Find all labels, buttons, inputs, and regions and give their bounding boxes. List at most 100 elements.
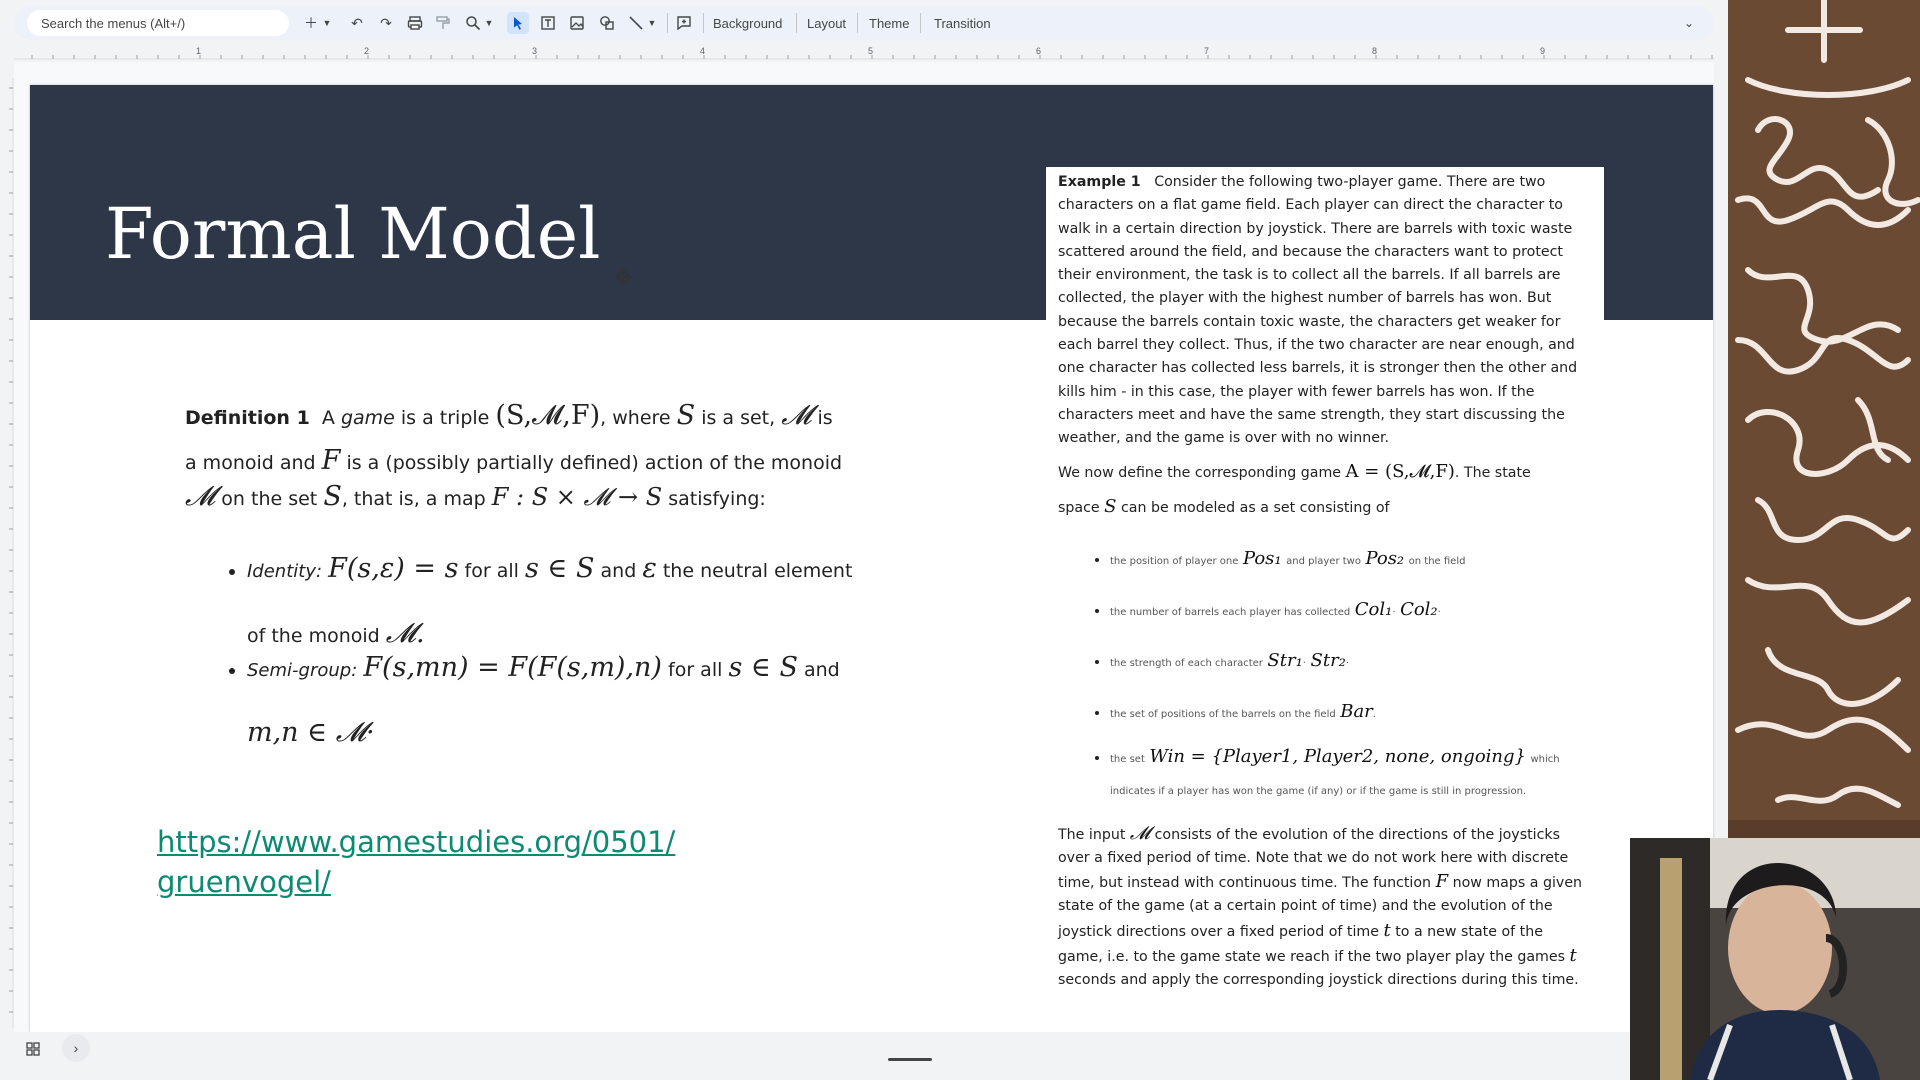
slide[interactable]: Formal Model ✥ Definition 1 A game is a …	[30, 85, 1713, 1032]
semigroup-label: Semi-group:	[247, 660, 358, 681]
line-icon[interactable]	[625, 12, 647, 34]
shape-icon[interactable]	[596, 12, 618, 34]
link-line-2[interactable]: gruenvogel/	[157, 865, 331, 899]
text: , where	[600, 407, 671, 429]
text: and	[804, 659, 840, 681]
background-menu[interactable]: Background	[713, 16, 782, 31]
layout-menu[interactable]: Layout	[807, 16, 846, 31]
math-M: 𝓜	[185, 481, 216, 512]
grid-view-icon[interactable]	[22, 1038, 44, 1060]
text: space	[1058, 499, 1100, 516]
state-item: the set of positions of the barrels on t…	[1110, 688, 1592, 739]
add-icon[interactable]: ＋	[300, 12, 322, 34]
example-head: Example 1	[1058, 174, 1141, 190]
ruler-number: 2	[364, 46, 370, 56]
text: We now define the corresponding game	[1058, 464, 1342, 481]
math-s-in-S: s ∈ S	[728, 652, 798, 683]
zoom-icon[interactable]	[462, 12, 484, 34]
speaker-notes-drag-handle[interactable]	[888, 1058, 932, 1061]
text: for all	[668, 659, 723, 681]
identity-label: Identity:	[247, 561, 323, 582]
math-A: A = (S,𝓜,F)	[1345, 460, 1455, 482]
definition-bullets: Identity: F(s,ε) = s for all s ∈ S and ε…	[185, 538, 915, 766]
toolbar-divider	[703, 13, 704, 33]
text: A	[321, 407, 335, 429]
redo-icon[interactable]: ↷	[375, 12, 397, 34]
text: is a (possibly partially defined) action…	[346, 452, 843, 474]
math-mn: m,n ∈ 𝓜·	[247, 717, 375, 748]
gamestudies-link[interactable]: https://www.gamestudies.org/0501/ gruenv…	[157, 822, 675, 902]
text: a monoid and	[185, 452, 316, 474]
example-paragraph-3: The input 𝓜 consists of the evolution of…	[1058, 822, 1583, 989]
definition-line-1: Definition 1 A game is a triple (S,𝓜,F),…	[185, 390, 915, 444]
toolbar: ＋ ▼ ↶ ↷ ▼ ▼ Background Layout Theme Tran…	[0, 0, 1728, 46]
zoom-chevron-down-icon[interactable]: ▼	[482, 12, 496, 34]
toolbar-divider	[796, 13, 797, 33]
text-box-icon[interactable]	[537, 12, 559, 34]
math-S: S	[676, 400, 696, 431]
state-item: the set Win = {Player1, Player2, none, o…	[1110, 745, 1592, 812]
background-photo	[1728, 0, 1920, 840]
slide-title[interactable]: Formal Model	[105, 193, 601, 275]
vertical-ruler-ticks	[9, 78, 14, 1028]
chevron-down-icon[interactable]: ▼	[320, 12, 334, 34]
definition-line-2: a monoid and F is a (possibly partially …	[185, 444, 915, 516]
definition-block[interactable]: Definition 1 A game is a triple (S,𝓜,F),…	[185, 390, 915, 766]
webcam-person-graphic	[1630, 838, 1920, 1080]
theme-menu[interactable]: Theme	[869, 16, 909, 31]
text: satisfying:	[668, 488, 766, 510]
text: , that is, a map	[341, 488, 486, 510]
math-s-in-S: s ∈ S	[524, 553, 595, 584]
text: is	[817, 407, 833, 429]
paint-format-icon[interactable]	[432, 12, 454, 34]
math-map: F : S × 𝓜 → S	[491, 483, 663, 511]
state-item: the strength of each character Str₁· Str…	[1110, 637, 1592, 688]
ruler-number: 8	[1372, 46, 1378, 56]
definition-head: Definition 1	[185, 407, 310, 429]
state-item: the number of barrels each player has co…	[1110, 586, 1592, 637]
select-icon[interactable]	[507, 12, 529, 34]
horizontal-ruler: 1 2 3 4 5 6 7 8 9	[14, 46, 1714, 60]
ruler-number: 3	[532, 46, 538, 56]
vertical-ruler	[0, 78, 14, 1028]
webcam-overlay	[1630, 838, 1920, 1080]
search-menus-input[interactable]	[27, 10, 289, 36]
math-epsilon: ε	[642, 553, 657, 584]
math-triple: (S,𝓜,F)	[495, 400, 601, 431]
pattern-graphic	[1728, 0, 1920, 840]
math-F: F	[321, 445, 341, 476]
text: for all	[464, 560, 519, 582]
ruler-number: 7	[1204, 46, 1210, 56]
toolbar-divider	[857, 13, 858, 33]
link-line-1[interactable]: https://www.gamestudies.org/0501/	[157, 825, 675, 859]
comment-icon[interactable]	[673, 12, 695, 34]
example-paragraph-2: We now define the corresponding game A =…	[1058, 455, 1592, 525]
example-paragraph-1: Example 1 Consider the following two-pla…	[1058, 171, 1592, 451]
example-text: Consider the following two-player game. …	[1058, 174, 1578, 447]
text: game	[340, 407, 395, 429]
ruler-number: 5	[868, 46, 874, 56]
undo-icon[interactable]: ↶	[346, 12, 368, 34]
bottom-bar	[0, 1032, 1630, 1080]
ruler-ticks	[14, 55, 1714, 60]
image-icon[interactable]	[566, 12, 588, 34]
line-chevron-down-icon[interactable]: ▼	[645, 12, 659, 34]
ruler-number: 4	[700, 46, 706, 56]
math-S: S	[323, 481, 342, 512]
collapse-toolbar-chevron-icon[interactable]: ⌄	[1678, 12, 1700, 34]
semigroup-bullet: Semi-group: F(s,mn) = F(F(s,m),n) for al…	[247, 637, 915, 766]
print-icon[interactable]	[404, 12, 426, 34]
example-box[interactable]: Example 1 Consider the following two-pla…	[1046, 167, 1604, 988]
ruler-number: 6	[1036, 46, 1042, 56]
text: is a set,	[701, 407, 776, 429]
text: on the set	[221, 488, 318, 510]
expand-filmstrip-chevron-icon[interactable]: ›	[62, 1034, 90, 1062]
math-identity: F(s,ε) = s	[328, 553, 459, 584]
text: the neutral element	[662, 560, 853, 582]
text: is a triple	[400, 407, 490, 429]
math-M: 𝓜	[781, 400, 812, 431]
toolbar-divider	[920, 13, 921, 33]
transition-menu[interactable]: Transition	[934, 16, 991, 31]
text: and	[600, 560, 637, 582]
math-S: S	[1104, 495, 1117, 517]
